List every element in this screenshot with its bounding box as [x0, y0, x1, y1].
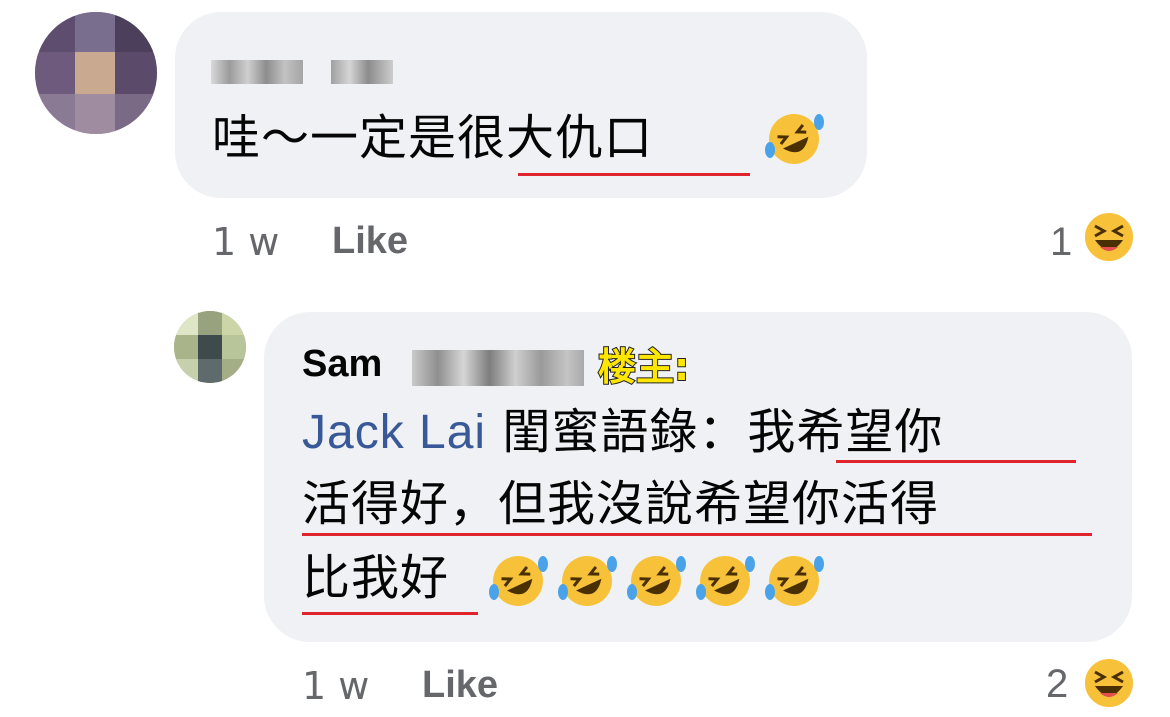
red-underline — [302, 533, 1092, 536]
red-underline — [518, 173, 750, 176]
blurred-author-surname[interactable] — [412, 350, 584, 386]
op-tag: 楼主: — [597, 344, 690, 390]
like-button[interactable]: Like — [332, 220, 408, 263]
mention-link[interactable]: Jack Lai — [302, 406, 486, 459]
comment-text-line-2: 活得好，但我沒說希望你活得 — [302, 474, 939, 534]
reaction-count[interactable]: 1 — [1050, 220, 1072, 265]
comment-time[interactable]: 1 w — [212, 220, 279, 264]
rofl-emoji-icon — [765, 114, 824, 164]
comment-text: 哇～一定是很大仇口 — [212, 108, 653, 168]
comment-text-part: 比我好 — [302, 550, 450, 606]
comment-text-underlined: 很大仇口 — [457, 110, 654, 166]
rofl-emoji-icon — [489, 556, 548, 606]
laughing-face-icon[interactable] — [1082, 210, 1136, 264]
rofl-emoji-icon — [765, 556, 825, 606]
avatar[interactable] — [174, 311, 246, 383]
blurred-author-name[interactable] — [211, 56, 393, 90]
comment-text-part: 閨蜜語錄： — [486, 404, 748, 460]
comment-text-line-3: 比我好 — [302, 548, 449, 608]
comment-text-prefix: 哇～一定是 — [212, 110, 458, 166]
like-button[interactable]: Like — [422, 664, 498, 707]
red-underline — [302, 612, 478, 615]
laughing-face-icon[interactable] — [1082, 656, 1136, 710]
comment-text-underlined: 我希望你 — [747, 404, 944, 460]
comment-bubble — [175, 12, 867, 198]
author-name[interactable]: Sam — [302, 343, 382, 386]
reaction-count[interactable]: 2 — [1046, 662, 1068, 707]
comment-text-line-1: Jack Lai 閨蜜語錄：我希望你 — [302, 402, 943, 463]
comment-text-part: 活得好，但我沒說希望你活得 — [302, 476, 940, 532]
emoji-row — [486, 552, 826, 610]
rofl-emoji-icon — [696, 556, 756, 606]
avatar[interactable] — [35, 12, 157, 134]
rofl-emoji-icon — [627, 556, 687, 606]
red-underline — [836, 460, 1076, 463]
rofl-emoji-icon — [558, 556, 618, 606]
comment-time[interactable]: 1 w — [302, 664, 369, 708]
